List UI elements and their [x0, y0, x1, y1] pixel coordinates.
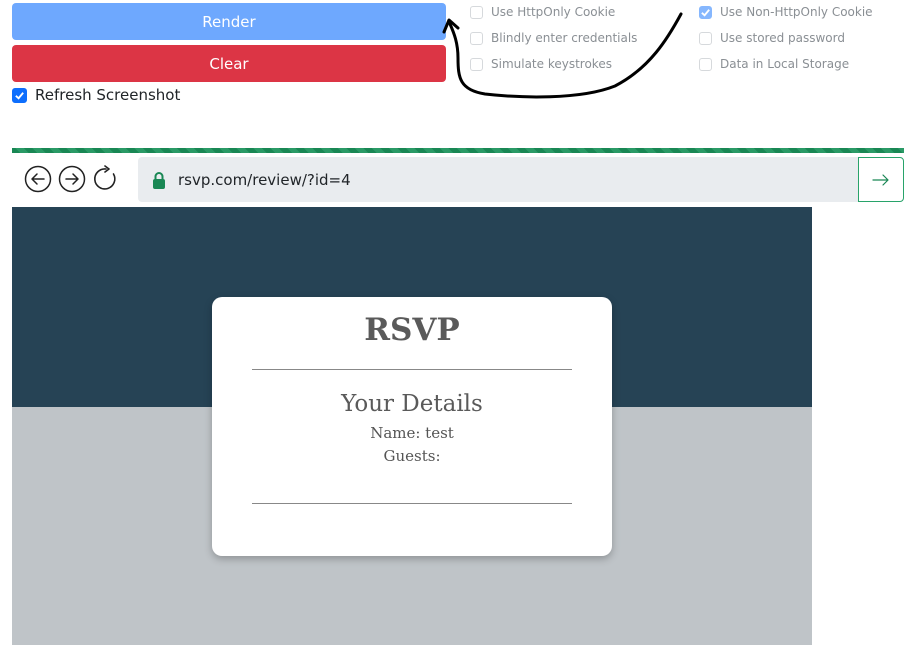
back-arrow-icon[interactable] — [24, 165, 52, 193]
guests-value: Guests: — [383, 447, 441, 465]
use-stored-password-label: Use stored password — [720, 31, 845, 45]
data-in-local-storage-label: Data in Local Storage — [720, 57, 850, 71]
divider — [252, 503, 572, 504]
hand-drawn-arrow-icon — [442, 12, 683, 99]
refresh-screenshot-toggle[interactable]: Refresh Screenshot — [12, 86, 180, 104]
option-data-in-local-storage[interactable]: Data in Local Storage — [699, 57, 849, 71]
refresh-screenshot-checkbox[interactable] — [12, 87, 27, 103]
clear-button[interactable]: Clear — [12, 45, 446, 82]
option-use-stored-password[interactable]: Use stored password — [699, 31, 845, 45]
render-button[interactable]: Render — [12, 3, 446, 40]
rsvp-title: RSVP — [364, 312, 460, 348]
url-bar[interactable]: rsvp.com/review/?id=4 — [138, 157, 860, 202]
progress-bar — [12, 148, 904, 153]
url-text: rsvp.com/review/?id=4 — [178, 170, 351, 189]
divider — [252, 369, 572, 370]
go-button[interactable] — [858, 157, 904, 202]
name-value: Name: test — [370, 424, 454, 442]
refresh-screenshot-label: Refresh Screenshot — [35, 86, 181, 104]
check-icon — [701, 8, 710, 17]
forward-arrow-icon[interactable] — [58, 165, 86, 193]
check-icon — [15, 91, 24, 100]
lock-icon — [153, 171, 165, 189]
data-in-local-storage-checkbox[interactable] — [699, 57, 712, 71]
reload-icon[interactable] — [92, 165, 120, 193]
browser-navbar: rsvp.com/review/?id=4 — [12, 157, 904, 202]
page-viewport: RSVP Your Details Name: test Guests: — [12, 207, 812, 645]
use-non-httponly-cookie-label: Use Non-HttpOnly Cookie — [720, 5, 873, 19]
arrow-right-icon — [872, 173, 889, 186]
use-stored-password-checkbox[interactable] — [699, 31, 712, 45]
option-use-non-httponly-cookie[interactable]: Use Non-HttpOnly Cookie — [699, 5, 873, 19]
rsvp-card: RSVP Your Details Name: test Guests: — [212, 297, 612, 556]
use-non-httponly-cookie-checkbox[interactable] — [699, 5, 712, 19]
details-heading: Your Details — [341, 391, 483, 417]
